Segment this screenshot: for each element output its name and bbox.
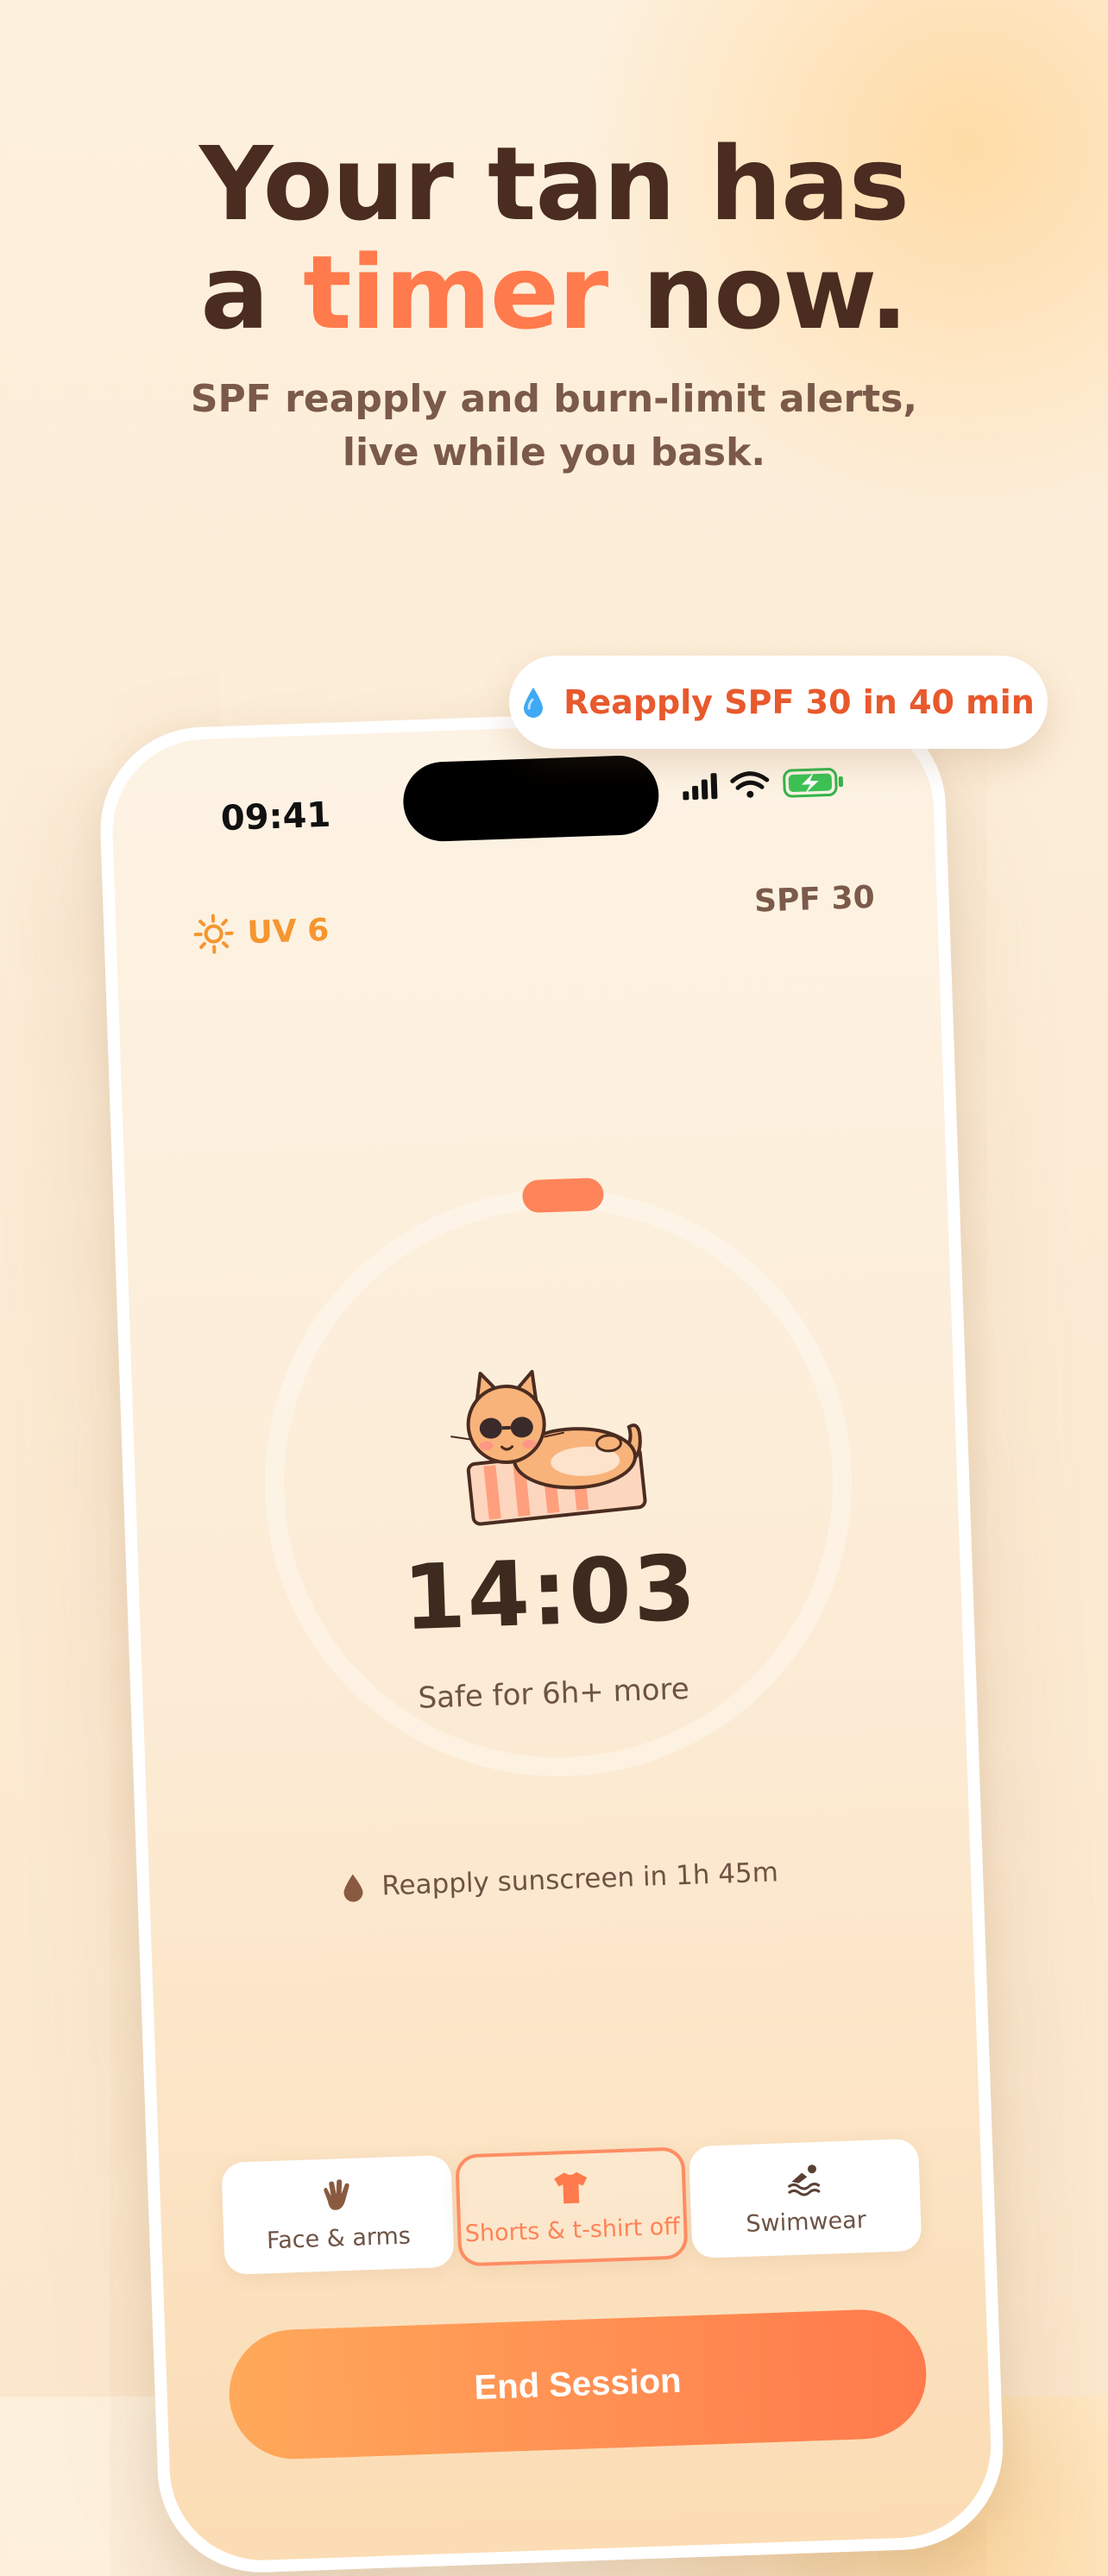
reapply-notification[interactable]: Reapply SPF 30 in 40 min <box>509 656 1048 749</box>
tshirt-icon <box>552 2170 589 2205</box>
swimmer-icon <box>786 2161 823 2196</box>
drop-icon <box>342 1872 365 1902</box>
exposure-option-label: Face & arms <box>267 2222 412 2254</box>
cat-mascot-icon <box>445 1362 671 1534</box>
hand-wave-icon <box>318 2177 356 2213</box>
headline-line-2-pre: a <box>200 233 303 352</box>
reapply-text: Reapply sunscreen in 1h 45m <box>381 1857 779 1901</box>
phone-mockup: 09:41 <box>97 701 1006 2576</box>
timer-progress-marker <box>522 1178 604 1213</box>
end-session-button[interactable]: End Session <box>227 2308 929 2461</box>
spf-label: SPF 30 <box>753 880 875 920</box>
exposure-options: Face & arms Shorts & t-shirt off Swimwea… <box>221 2139 922 2280</box>
wifi-icon <box>733 773 768 798</box>
exposure-option-swimwear[interactable]: Swimwear <box>689 2139 922 2259</box>
uv-index: UV 6 <box>193 904 331 960</box>
exposure-option-label: Shorts & t-shirt off <box>464 2213 680 2247</box>
headline-line-2-post: now. <box>608 233 907 352</box>
uv-label: UV 6 <box>247 912 330 950</box>
subheadline: SPF reapply and burn-limit alerts, live … <box>0 373 1108 480</box>
subheadline-line-1: SPF reapply and burn-limit alerts, <box>0 373 1108 426</box>
subheadline-line-2: live while you bask. <box>0 426 1108 480</box>
headline-line-2: a timer now. <box>0 238 1108 347</box>
session-timer: 14:03 <box>138 1526 963 1660</box>
exposure-option-shorts-tshirt[interactable]: Shorts & t-shirt off <box>455 2146 688 2266</box>
exposure-option-face-arms[interactable]: Face & arms <box>221 2155 454 2275</box>
battery-charging-icon <box>784 769 843 796</box>
signal-icon <box>682 773 717 800</box>
notification-text: Reapply SPF 30 in 40 min <box>563 683 1035 721</box>
status-icons <box>682 765 847 806</box>
headline: Your tan has a timer now. <box>0 129 1108 347</box>
water-drop-icon <box>522 686 545 719</box>
phone-screen: 09:41 <box>110 713 994 2563</box>
headline-accent-word: timer <box>303 233 608 352</box>
sun-icon <box>193 914 235 955</box>
exposure-option-label: Swimwear <box>746 2207 866 2238</box>
status-time: 09:41 <box>220 795 331 839</box>
reapply-reminder: Reapply sunscreen in 1h 45m <box>149 1850 972 1910</box>
dynamic-island <box>402 754 660 842</box>
headline-line-1: Your tan has <box>0 129 1108 238</box>
